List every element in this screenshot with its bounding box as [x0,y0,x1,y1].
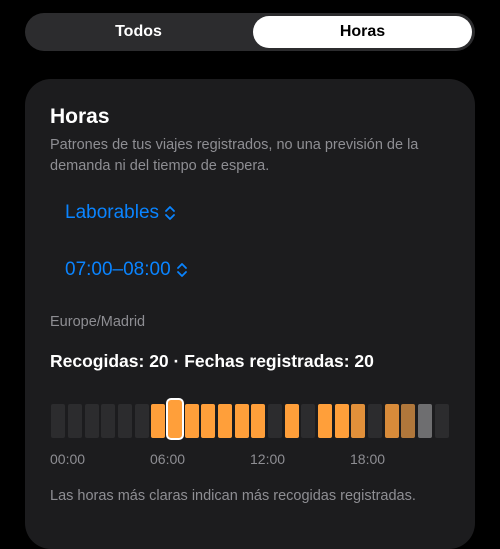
hour-bar-16[interactable] [318,404,332,438]
hour-bar-21[interactable] [401,404,416,438]
hour-bar-6[interactable] [151,404,166,438]
segmented-control: Todos Horas [25,13,475,51]
hour-bar-18[interactable] [351,404,366,438]
card-subtitle: Patrones de tus viajes registrados, no u… [50,137,419,174]
hour-range-label: 07:00–08:00 [65,259,171,280]
hour-bar-11[interactable] [234,404,249,438]
chevron-up-down-icon [165,206,175,220]
tick-label-3: 18:00 [350,451,386,467]
hour-bar-4[interactable] [118,404,132,438]
chevron-up-down-icon [176,263,187,277]
hour-bar-0[interactable] [51,404,66,438]
hour-bar-3[interactable] [101,404,116,438]
stats-summary: Recogidas: 20 · Fechas registradas: 20 [50,351,374,371]
hour-bar-19[interactable] [368,404,382,438]
hours-card: Horas Patrones de tus viajes registrados… [25,79,475,549]
hour-bar-14[interactable] [284,404,299,438]
hour-bar-8[interactable] [184,404,199,438]
hour-bar-13[interactable] [268,404,282,438]
segment-horas[interactable]: Horas [253,16,472,48]
day-type-label: Laborables [65,202,160,223]
hourly-heatmap [50,398,450,440]
timezone-label: Europe/Madrid [50,314,146,330]
hour-bar-17[interactable] [334,404,349,438]
day-type-picker[interactable]: Laborables [65,202,176,224]
hour-bar-15[interactable] [301,404,316,438]
card-title: Horas [50,105,110,128]
hour-range-picker[interactable]: 07:00–08:00 [65,259,188,281]
hour-bar-10[interactable] [218,404,232,438]
hour-bar-9[interactable] [201,404,216,438]
tick-label-0: 00:00 [50,451,86,467]
hour-bar-2[interactable] [84,404,99,438]
hour-bar-5[interactable] [134,404,149,438]
tick-label-2: 12:00 [250,451,286,467]
hour-bar-23[interactable] [434,404,449,438]
segment-todos[interactable]: Todos [28,16,249,48]
hour-bar-1[interactable] [68,404,82,438]
tick-label-1: 06:00 [150,451,186,467]
hour-bar-20[interactable] [384,404,399,438]
footnote: Las horas más claras indican más recogid… [50,488,416,504]
hour-bar-7[interactable] [166,398,184,440]
hour-bar-22[interactable] [418,404,432,438]
hour-bar-12[interactable] [251,404,266,438]
